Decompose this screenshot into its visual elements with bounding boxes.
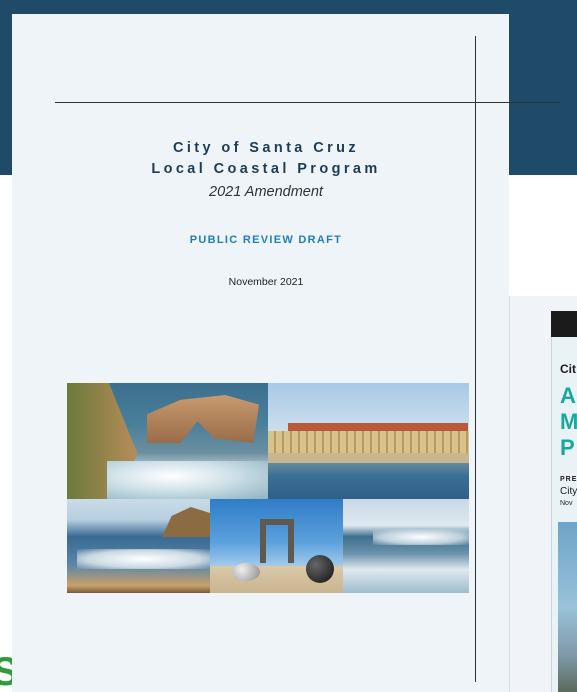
- background-document-city-line: City: [560, 486, 577, 497]
- draft-status-label: PUBLIC REVIEW DRAFT: [189, 234, 343, 246]
- background-document-heading-p: P: [560, 436, 575, 460]
- boardwalk-photo: [268, 383, 469, 499]
- crop-mark-horizontal: [55, 102, 560, 103]
- document-subtitle: 2021 Amendment: [209, 184, 323, 200]
- document-title-line-2: Local Coastal Program: [151, 161, 381, 177]
- surf-wave-photo: [343, 499, 469, 593]
- coastline-photo: [67, 499, 210, 593]
- sculpture-photo: [210, 499, 343, 593]
- background-document-city-text: Cit: [560, 362, 576, 376]
- background-document-date: Nov: [560, 500, 573, 507]
- background-document-label: PRE: [560, 476, 577, 483]
- crop-mark-vertical: [475, 36, 476, 682]
- document-date: November 2021: [228, 276, 304, 288]
- rock-arch-photo: [67, 383, 268, 499]
- background-document-header-bar: [551, 311, 577, 337]
- background-document-heading-a: A: [560, 384, 576, 408]
- document-title-line-1: City of Santa Cruz: [172, 140, 360, 156]
- background-document-photo: [558, 522, 577, 692]
- background-document-heading-m: M: [560, 410, 577, 434]
